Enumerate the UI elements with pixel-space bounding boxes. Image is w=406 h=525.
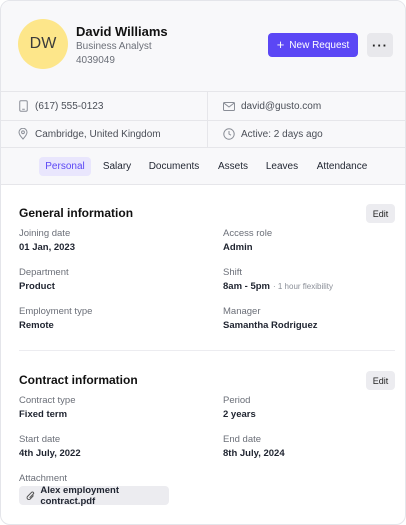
phone-item: (617) 555-0123 <box>17 92 103 120</box>
phone-text: (617) 555-0123 <box>35 100 104 112</box>
more-icon: ··· <box>372 37 388 53</box>
mail-icon <box>223 100 235 112</box>
joining-date-value: 01 Jan, 2023 <box>19 242 75 253</box>
new-request-label: New Request <box>289 39 350 51</box>
access-role-label: Access role <box>223 228 273 239</box>
employment-type-value: Remote <box>19 320 54 331</box>
tab-personal[interactable]: Personal <box>39 157 91 176</box>
activity-item: Active: 2 days ago <box>223 120 323 148</box>
profile-header: DW David Williams Business Analyst 40390… <box>1 1 405 91</box>
department-value: Product <box>19 281 55 292</box>
more-options-button[interactable]: ··· <box>367 33 393 57</box>
clock-icon <box>223 128 235 140</box>
start-date-label: Start date <box>19 434 61 445</box>
general-info-title: General information <box>19 206 134 220</box>
contract-type-value: Fixed term <box>19 409 68 420</box>
shift-value: 8am - 5pm · 1 hour flexibility <box>223 281 333 292</box>
access-role-value: Admin <box>223 242 253 253</box>
avatar-initials: DW <box>29 35 57 52</box>
employee-profile-card: DW David Williams Business Analyst 40390… <box>0 0 406 525</box>
contact-info: (617) 555-0123 david@gusto.com Cambridge… <box>1 91 405 148</box>
email-text: david@gusto.com <box>241 100 322 112</box>
employee-name: David Williams <box>76 24 168 39</box>
tab-documents[interactable]: Documents <box>145 157 203 176</box>
shift-label: Shift <box>223 267 243 278</box>
attachment-filename: Alex employment contract.pdf <box>40 484 119 507</box>
tab-bar: Personal Salary Documents Assets Leaves … <box>1 147 405 185</box>
end-date-value: 8th July, 2024 <box>223 448 285 459</box>
manager-value: Samantha Rodriguez <box>223 320 318 331</box>
shift-flexibility-note: · 1 hour flexibility <box>273 282 334 291</box>
employee-id: 4039049 <box>76 55 115 66</box>
location-text: Cambridge, United Kingdom <box>35 128 161 140</box>
joining-date-label: Joining date <box>19 228 71 239</box>
employee-title: Business Analyst <box>76 41 152 52</box>
period-label: Period <box>223 395 251 406</box>
edit-general-button[interactable]: Edit <box>366 204 395 223</box>
tab-assets[interactable]: Assets <box>213 157 253 176</box>
location-item: Cambridge, United Kingdom <box>17 120 161 148</box>
period-value: 2 years <box>223 409 256 420</box>
section-divider <box>19 350 395 351</box>
divider <box>207 92 208 148</box>
edit-contract-button[interactable]: Edit <box>366 371 395 390</box>
activity-text: Active: 2 days ago <box>241 128 323 140</box>
phone-icon <box>17 100 29 112</box>
contact-row: Cambridge, United Kingdom Active: 2 days… <box>1 120 405 148</box>
tab-salary[interactable]: Salary <box>98 157 136 176</box>
new-request-button[interactable]: + New Request <box>268 33 358 57</box>
attachment-file[interactable]: Alex employment contract.pdf <box>19 484 169 507</box>
email-item: david@gusto.com <box>223 92 321 120</box>
avatar: DW <box>18 19 68 69</box>
tab-attendance[interactable]: Attendance <box>312 157 372 176</box>
attachment-label: Attachment <box>19 473 68 484</box>
plus-icon: + <box>276 37 285 52</box>
end-date-label: End date <box>223 434 262 445</box>
contract-info-title: Contract information <box>19 373 138 387</box>
contract-type-label: Contract type <box>19 395 76 406</box>
tab-leaves[interactable]: Leaves <box>262 157 302 176</box>
paperclip-icon <box>25 490 36 502</box>
start-date-value: 4th July, 2022 <box>19 448 81 459</box>
employment-type-label: Employment type <box>19 306 93 317</box>
contact-row: (617) 555-0123 david@gusto.com <box>1 92 405 121</box>
location-pin-icon <box>17 128 29 140</box>
department-label: Department <box>19 267 69 278</box>
manager-label: Manager <box>223 306 261 317</box>
shift-time: 8am - 5pm <box>223 281 270 292</box>
